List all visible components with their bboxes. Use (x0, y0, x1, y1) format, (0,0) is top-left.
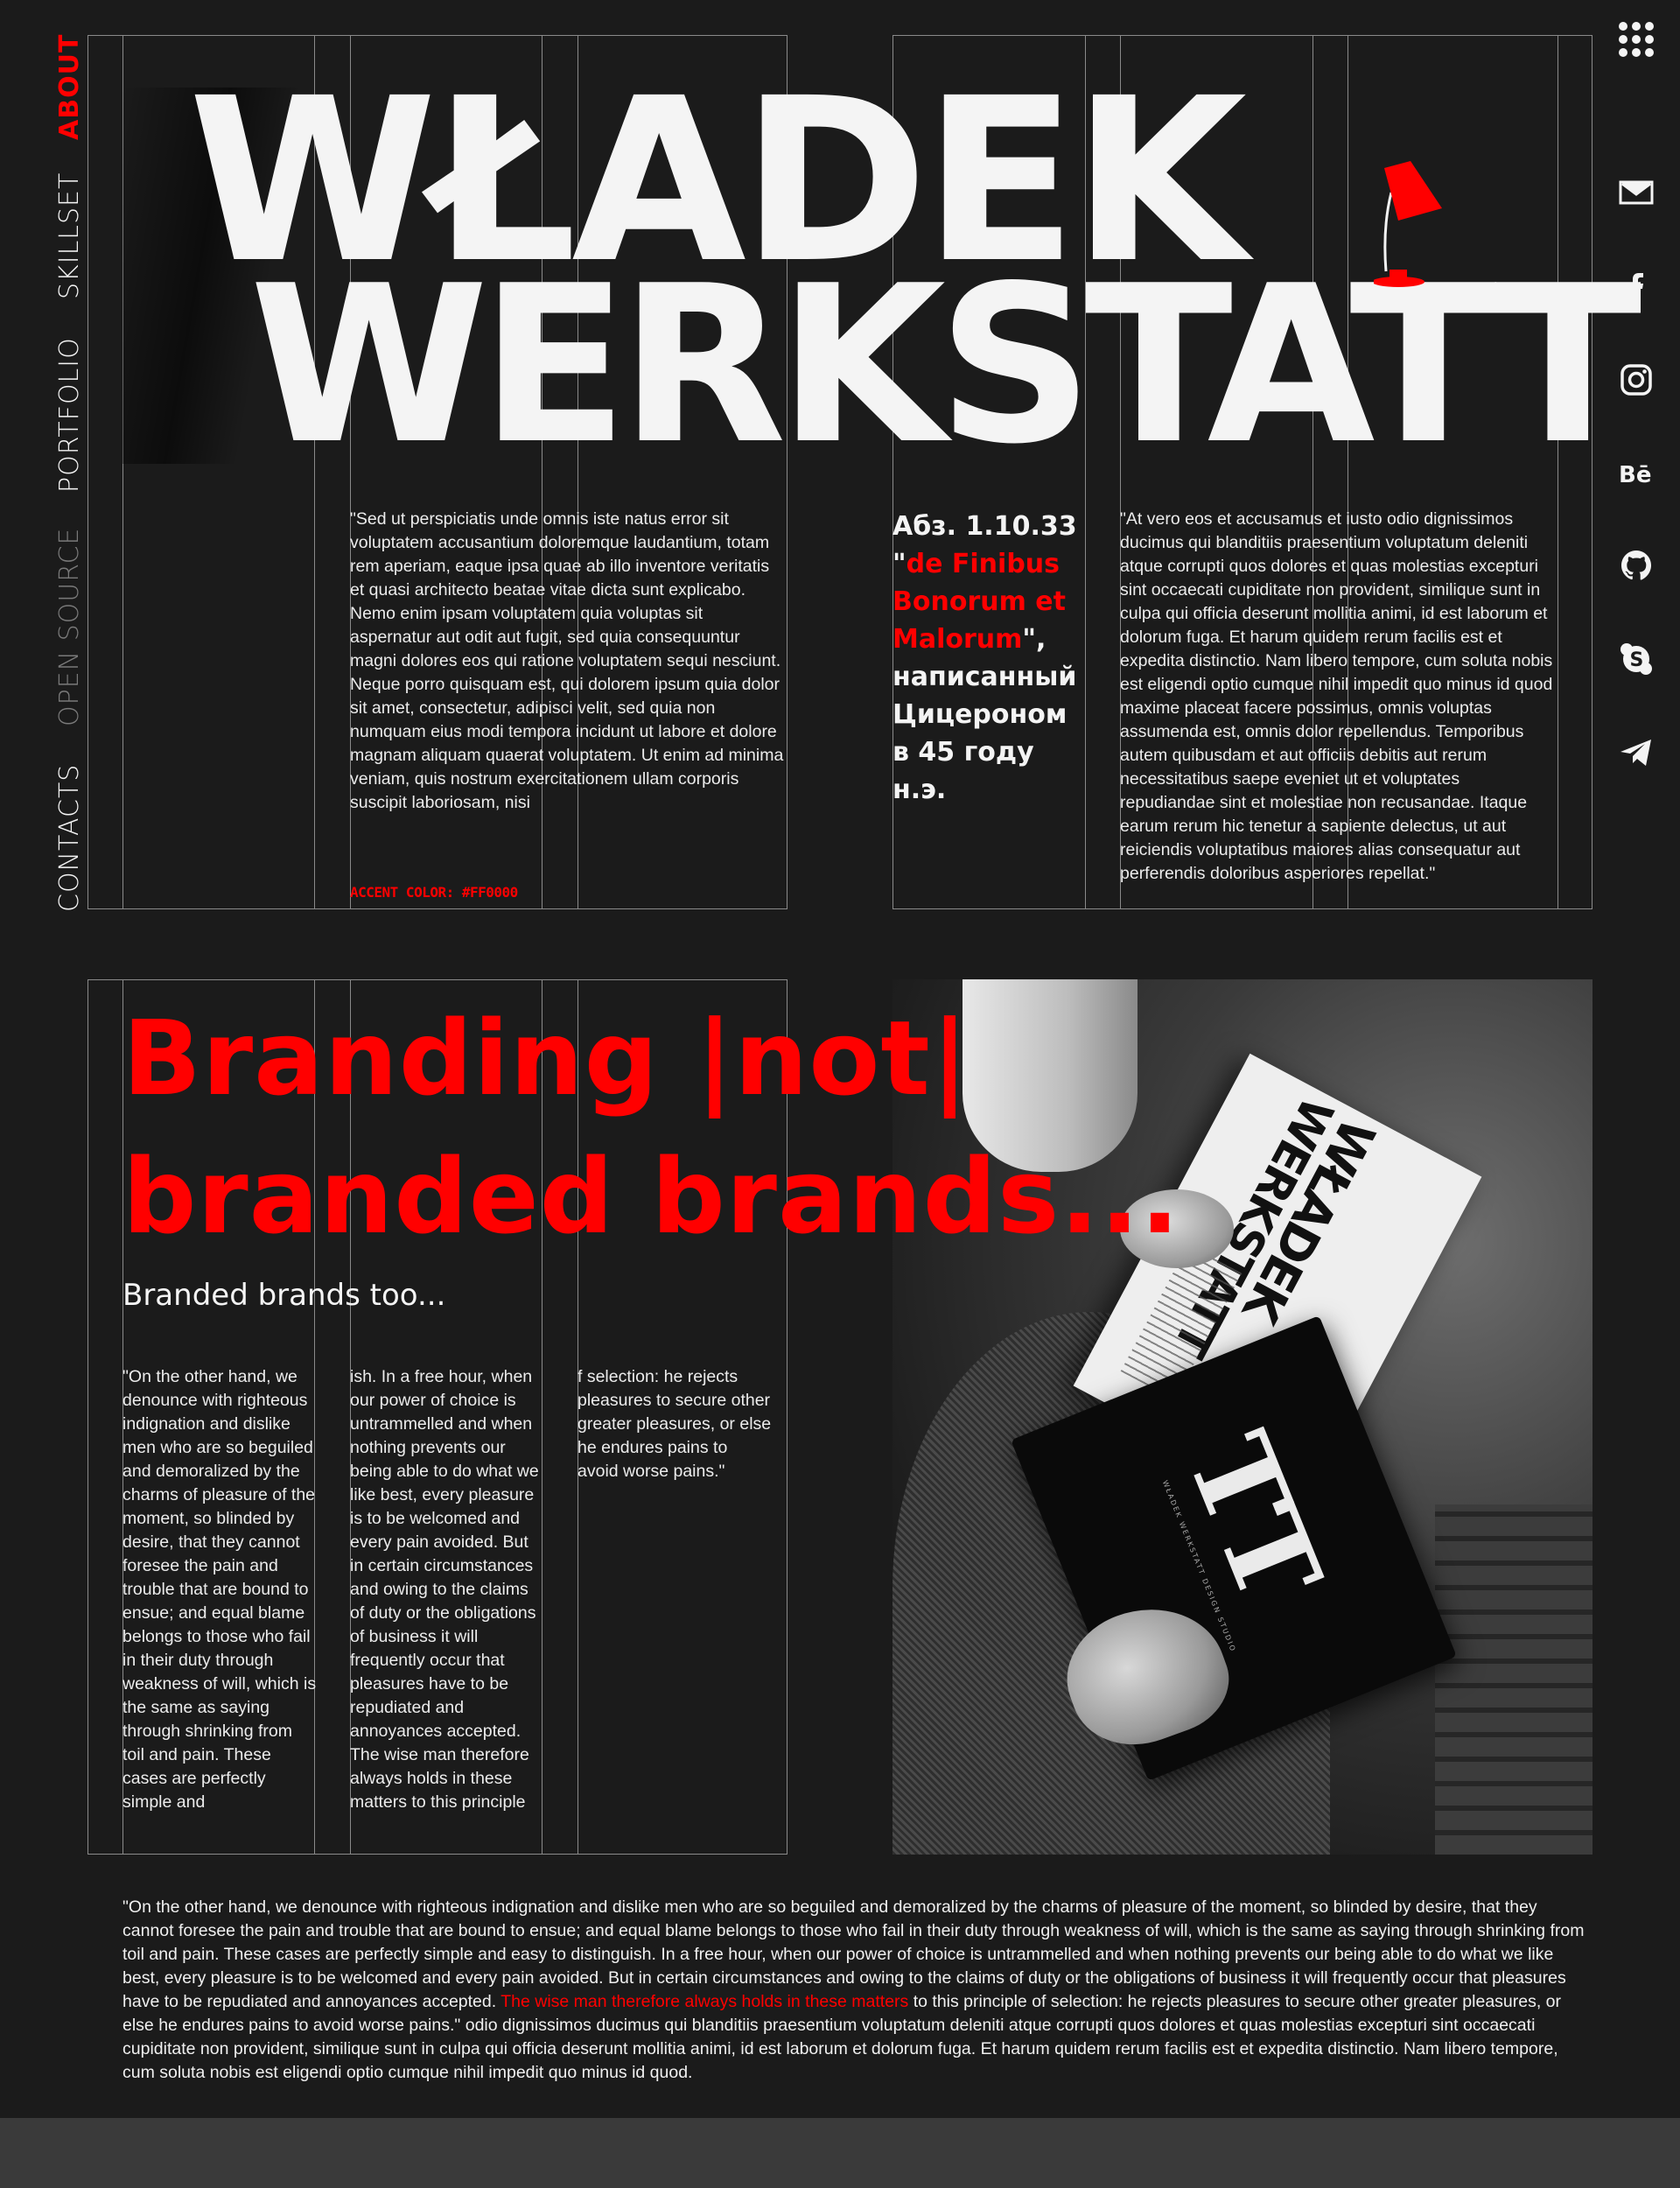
apps-menu-icon[interactable] (1618, 21, 1655, 58)
sidenote: Абз. 1.10.33 "de Finibus Bonorum et Malo… (892, 508, 1085, 809)
text-column-2: ish. In a free hour, when our power of c… (350, 1367, 539, 1812)
text-column-1: "On the other hand, we denounce with rig… (122, 1367, 317, 1812)
branding-headline-line1: Branding |not| (122, 998, 970, 1119)
lamp-icon (1372, 158, 1470, 289)
right-quote: "At vero eos et accusamus et iusto odio … (1120, 509, 1553, 883)
skype-icon[interactable]: S (1619, 642, 1654, 677)
branding-subtitle: Branded brands too... (122, 1278, 446, 1313)
github-icon[interactable] (1619, 548, 1654, 583)
nav-open-source[interactable]: OPEN SOURCE (54, 527, 85, 726)
nav-about[interactable]: ABOUT (54, 34, 85, 140)
bottom-text-highlight[interactable]: The wise man therefore always holds in t… (500, 1992, 908, 2011)
text-column-3: f selection: he rejects pleasures to sec… (578, 1367, 772, 1481)
nav-contacts[interactable]: CONTACTS (54, 764, 85, 912)
accent-color-label: ACCENT COLOR: #FF0000 (350, 884, 518, 901)
book-photo: WŁADEK WERKSTATT TT WŁADEK WERKSTATT DES… (892, 979, 1592, 1855)
bottom-paragraph: "On the other hand, we denounce with rig… (122, 1896, 1592, 2085)
svg-text:S: S (1630, 649, 1644, 671)
nav-portfolio[interactable]: PORTFOLIO (54, 337, 85, 493)
branding-headline-line2: branded brands... (122, 1136, 1180, 1257)
footer-bar (0, 2118, 1680, 2188)
nav-skillset[interactable]: SKILLSET (54, 172, 85, 299)
hero-title-line2: WERKSTATT (249, 240, 1642, 492)
intro-quote: "Sed ut perspiciatis unde omnis iste nat… (350, 509, 784, 812)
book-monogram: TT (1160, 1416, 1348, 1620)
telegram-icon[interactable] (1619, 735, 1654, 770)
mail-icon[interactable] (1619, 175, 1654, 210)
